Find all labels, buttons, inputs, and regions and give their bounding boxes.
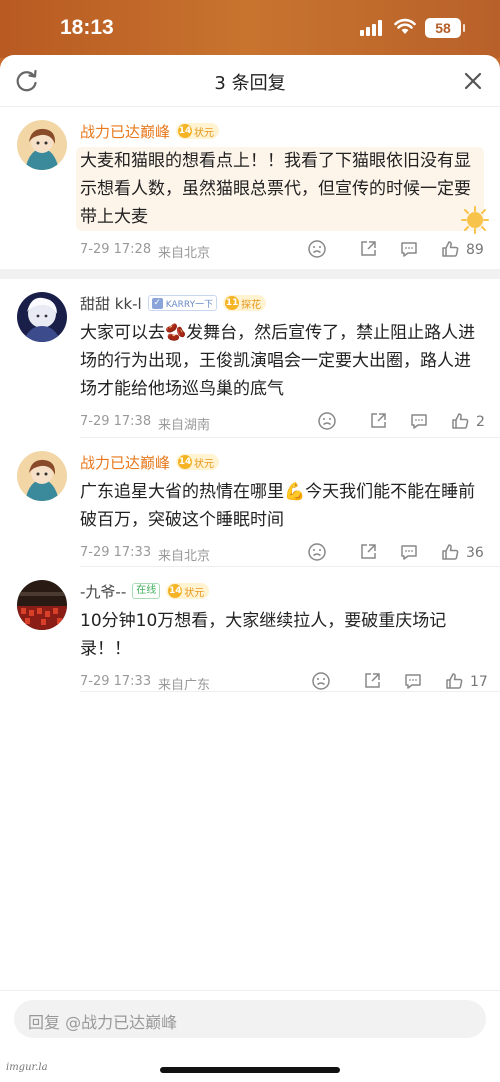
level-badge: 14 状元 [166,583,210,599]
share-icon[interactable] [358,542,378,562]
comment-date: 7-29 17:38 [80,414,152,429]
comment-text[interactable]: 大麦和猫眼的想看点上！！我看了下猫眼依旧没有显示想看人数，虽然猫眼总票代，但宣传… [76,147,489,234]
comment-location: 来自广东 [158,678,211,693]
comment-location: 来自北京 [158,549,211,564]
status-time: 18:13 [60,16,114,39]
like-count: 36 [466,545,484,561]
like-count: 89 [466,242,484,258]
level-badge: 14 状元 [176,454,220,470]
comment-meta: 7-29 17:28 来自北京 89 [80,231,500,269]
comment-item: 甜甜 kk-l ✓ KARRY一下 11 探花 大家可以去🫘发舞台，然后宣传了，禁止… [0,279,500,437]
comment-location: 来自北京 [158,246,211,261]
share-icon[interactable] [362,671,382,691]
sheet-title: 3 条回复 [214,73,286,94]
reply-sheet: 3 条回复 战力已达巅峰 14 状元 大麦和猫眼的想看点上！！我看了下猫眼依旧没有… [0,55,500,1082]
comment-text[interactable]: 大家可以去🫘发舞台，然后宣传了，禁止阻止路人进场的行为出现，王俊凯演唱会一定要大… [80,319,484,403]
username[interactable]: 甜甜 kk-l [80,293,142,314]
like-icon[interactable] [444,671,464,691]
like-count: 2 [476,414,485,430]
comment-icon[interactable] [399,542,419,562]
like-icon[interactable] [440,542,460,562]
username[interactable]: -九爷-- [80,581,126,602]
comment-icon[interactable] [399,239,419,259]
comment-icon[interactable] [403,671,423,691]
username[interactable]: 战力已达巅峰 [80,452,170,473]
fan-group-badge: ✓ KARRY一下 [147,295,218,311]
comment-item: 战力已达巅峰 14 状元 大麦和猫眼的想看点上！！我看了下猫眼依旧没有显示想看人数… [0,107,500,269]
sheet-header: 3 条回复 [0,55,500,107]
comment-date: 7-29 17:28 [80,242,152,257]
dislike-icon[interactable] [307,542,327,562]
comment-location: 来自湖南 [158,418,211,433]
dislike-icon[interactable] [307,239,327,259]
comment-date: 7-29 17:33 [80,674,152,689]
dislike-icon[interactable] [311,671,331,691]
wifi-icon [394,18,416,34]
comment-icon[interactable] [409,411,429,431]
reply-input[interactable]: 回复 @战力已达巅峰 [14,1000,486,1038]
reply-bar: 回复 @战力已达巅峰 [0,990,500,1082]
watermark: imgur.la [6,1062,48,1073]
close-icon[interactable] [460,68,486,94]
level-badge: 14 状元 [176,123,220,139]
comment-text[interactable]: 广东追星大省的热情在哪里💪今天我们能不能在睡前破百万，突破这个睡眠时间 [80,478,484,534]
like-icon[interactable] [450,411,470,431]
comment-text[interactable]: 10分钟10万想看，大家继续拉人，要破重庆场记录！！ [80,607,484,663]
home-indicator[interactable] [160,1067,340,1073]
avatar[interactable] [17,120,67,170]
like-count: 17 [470,674,488,690]
comment-meta: 7-29 17:38 来自湖南 2 [80,403,500,441]
avatar[interactable] [17,292,67,342]
comment-item: 战力已达巅峰 14 状元 广东追星大省的热情在哪里💪今天我们能不能在睡前破百万，突… [0,438,500,566]
cellular-signal-icon [360,20,386,36]
comment-date: 7-29 17:33 [80,545,152,560]
username[interactable]: 战力已达巅峰 [80,121,170,142]
status-bar: 18:13 58 [0,0,500,58]
comment-meta: 7-29 17:33 来自广东 17 [80,663,500,701]
section-gap [0,269,500,279]
battery-icon: 58 [425,18,465,38]
share-icon[interactable] [358,239,378,259]
dislike-icon[interactable] [317,411,337,431]
check-icon: ✓ [151,297,163,309]
like-icon[interactable] [440,239,460,259]
level-badge: 11 探花 [223,295,267,311]
avatar[interactable] [17,580,67,630]
online-badge: 在线 [132,583,161,599]
avatar[interactable] [17,451,67,501]
share-icon[interactable] [368,411,388,431]
comment-item: -九爷-- 在线 14 状元 10分钟10万想看，大家继续拉人，要破重庆场记录！！… [0,567,500,693]
